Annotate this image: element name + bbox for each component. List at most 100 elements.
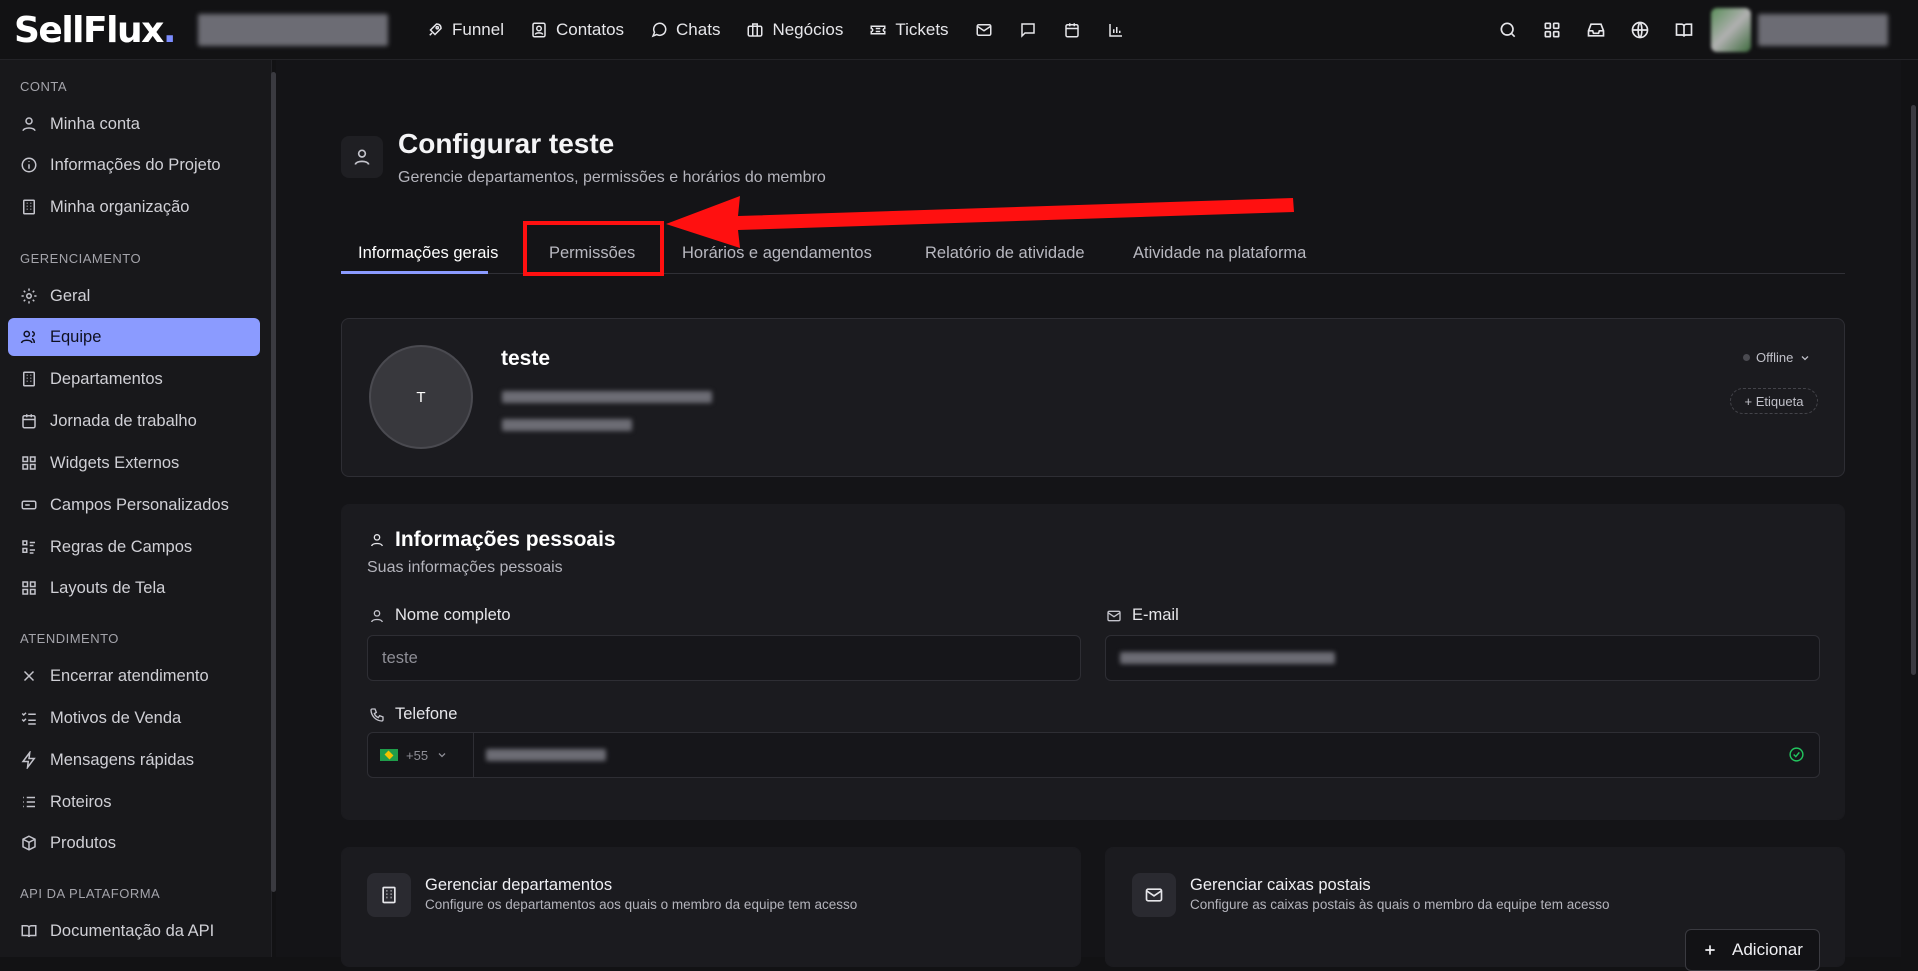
status-dropdown[interactable]: Offline <box>1743 350 1811 365</box>
sidebar-item-label: Widgets Externos <box>50 453 180 472</box>
sidebar-item-produtos[interactable]: Produtos <box>8 824 260 862</box>
name-label-text: Nome completo <box>395 606 511 624</box>
book-open-icon[interactable] <box>1674 20 1694 40</box>
sidebar-item-minha-organizacao[interactable]: Minha organização <box>8 188 260 226</box>
user-icon <box>354 149 370 165</box>
message-square-icon[interactable] <box>1019 21 1037 39</box>
checklist-icon <box>21 712 36 725</box>
building-icon <box>23 199 35 215</box>
top-bar: SellFlux. Funnel Contatos Chats Negócios… <box>0 0 1918 60</box>
inbox-icon[interactable] <box>1586 20 1606 40</box>
personal-info-title: Informações pessoais <box>395 528 616 551</box>
project-selector[interactable] <box>198 14 388 46</box>
page-header-icon <box>341 136 383 178</box>
country-code-select[interactable]: +55 <box>368 733 474 777</box>
tab-informacoes-gerais[interactable]: Informações gerais <box>358 232 498 274</box>
sidebar-item-label: Jornada de trabalho <box>50 411 197 430</box>
email-value-redacted <box>1120 652 1335 664</box>
building-icon <box>382 886 396 904</box>
nav-chats-label: Chats <box>676 20 721 39</box>
apps-grid-icon[interactable] <box>1542 20 1562 40</box>
nav-negocios-label: Negócios <box>772 20 844 39</box>
sidebar-item-jornada-trabalho[interactable]: Jornada de trabalho <box>8 402 260 440</box>
sidebar-item-label: Documentação da API <box>50 921 215 940</box>
personal-info-subtitle: Suas informações pessoais <box>367 559 563 576</box>
sidebar-section-gerenciamento: GERENCIAMENTO <box>20 251 142 266</box>
phone-label: Telefone <box>369 705 457 724</box>
sidebar-item-documentacao-api[interactable]: Documentação da API <box>8 912 260 950</box>
plus-icon <box>1705 945 1715 955</box>
sidebar-item-label: Produtos <box>50 833 117 852</box>
sidebar-section-conta: CONTA <box>20 79 68 94</box>
sidebar-item-minha-conta[interactable]: Minha conta <box>8 105 260 143</box>
list-icon <box>23 796 35 808</box>
full-name-input[interactable]: teste <box>367 635 1081 681</box>
nav-funnel[interactable]: Funnel <box>426 20 504 40</box>
sidebar-item-geral[interactable]: Geral <box>8 277 260 315</box>
sidebar-item-label: Motivos de Venda <box>50 708 182 727</box>
widgets-icon <box>22 456 36 470</box>
sidebar-item-label: Minha conta <box>50 114 140 133</box>
nav-contatos-label: Contatos <box>555 20 625 39</box>
sidebar-item-label: Regras de Campos <box>50 537 193 556</box>
sidebar-item-departamentos[interactable]: Departamentos <box>8 360 260 398</box>
sidebar-item-widgets-externos[interactable]: Widgets Externos <box>8 444 260 482</box>
country-code-value: +55 <box>406 747 429 763</box>
user-menu[interactable] <box>1758 14 1888 46</box>
users-icon <box>20 330 35 344</box>
add-mailbox-label: Adicionar <box>1732 940 1803 959</box>
sidebar-item-informacoes-projeto[interactable]: Informações do Projeto <box>8 146 260 184</box>
search-icon[interactable] <box>1498 20 1518 40</box>
member-name: teste <box>501 347 551 370</box>
top-right-icons <box>1498 0 1738 60</box>
sellflux-logo[interactable]: SellFlux. <box>14 10 177 51</box>
departments-subtitle: Configure os departamentos aos quais o m… <box>425 897 858 912</box>
phone-label-text: Telefone <box>395 705 458 723</box>
gear-icon <box>21 288 37 304</box>
nav-tickets[interactable]: Tickets <box>869 20 949 40</box>
departments-icon-box <box>367 873 411 917</box>
briefcase-icon <box>747 23 763 37</box>
user-avatar[interactable] <box>1711 8 1751 52</box>
email-input[interactable] <box>1105 635 1820 681</box>
sidebar-item-label: Encerrar atendimento <box>50 666 209 685</box>
phone-icon <box>370 707 384 722</box>
sidebar-item-label: Roteiros <box>50 792 112 811</box>
sidebar-item-encerrar-atendimento[interactable]: Encerrar atendimento <box>8 657 260 695</box>
contact-card-icon <box>532 22 546 38</box>
sidebar-item-mensagens-rapidas[interactable]: Mensagens rápidas <box>8 741 260 779</box>
sidebar-item-label: Minha organização <box>50 197 190 216</box>
calendar-icon[interactable] <box>1063 21 1081 39</box>
nav-chats[interactable]: Chats <box>650 20 720 40</box>
building-icon <box>23 371 35 387</box>
name-label: Nome completo <box>369 606 511 625</box>
sidebar-item-regras-campos[interactable]: Regras de Campos <box>8 528 260 566</box>
mailboxes-title: Gerenciar caixas postais <box>1190 876 1371 894</box>
sidebar-item-motivos-venda[interactable]: Motivos de Venda <box>8 699 260 737</box>
page-subtitle: Gerencie departamentos, permissões e hor… <box>398 169 826 186</box>
add-mailbox-button[interactable]: Adicionar <box>1685 929 1820 971</box>
nav-funnel-label: Funnel <box>452 20 504 39</box>
sidebar-item-roteiros[interactable]: Roteiros <box>8 783 260 821</box>
chevron-down-icon <box>438 753 446 758</box>
main-scrollbar[interactable] <box>1911 105 1916 675</box>
mail-icon[interactable] <box>975 21 993 39</box>
phone-value-redacted <box>486 749 606 761</box>
sidebar-item-layouts-tela[interactable]: Layouts de Tela <box>8 569 260 607</box>
annotation-arrow <box>666 196 1294 248</box>
nav-negocios[interactable]: Negócios <box>746 20 843 40</box>
annotation-highlight-box <box>523 221 664 276</box>
add-tag-button[interactable]: + Etiqueta <box>1730 388 1818 414</box>
calendar-icon <box>22 414 36 429</box>
page-title: Configurar teste <box>398 128 615 159</box>
chat-bubble-icon <box>651 22 667 38</box>
nav-contatos[interactable]: Contatos <box>530 20 624 40</box>
list-rules-icon <box>22 540 35 554</box>
settings-sidebar: CONTA Minha conta Informações do Projeto… <box>0 60 272 957</box>
globe-icon[interactable] <box>1630 20 1650 40</box>
sidebar-item-campos-personalizados[interactable]: Campos Personalizados <box>8 486 260 524</box>
sidebar-item-equipe[interactable]: Equipe <box>8 318 260 356</box>
email-label-text: E-mail <box>1132 606 1179 624</box>
phone-input[interactable]: +55 <box>367 732 1820 778</box>
bar-chart-icon[interactable] <box>1107 21 1125 39</box>
